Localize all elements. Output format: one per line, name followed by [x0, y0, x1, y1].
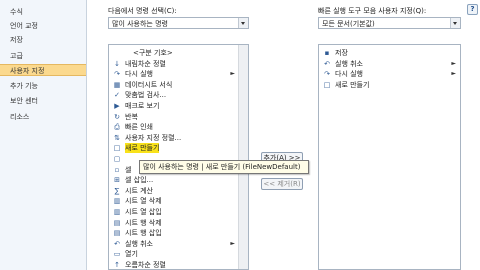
- sidebar-item[interactable]: 언어 교정: [0, 20, 86, 32]
- datasheet-icon: ▦: [113, 80, 121, 89]
- list-item[interactable]: ↓ 내림차순 정렬: [111, 59, 237, 69]
- sidebar-item[interactable]: 고급: [0, 50, 86, 62]
- options-sidebar: 수식언어 교정저장고급사용자 지정추가 기능보안 센터리소스: [0, 0, 87, 270]
- delete-row-icon: ▤: [113, 218, 121, 227]
- list-item[interactable]: ↷ 다시 실행 ►: [111, 69, 237, 79]
- save-icon: ▪: [324, 49, 330, 57]
- available-commands-list[interactable]: <구분 기호> ↓ 내림차순 정렬 ↷ 다시 실행 ► ▦ 데이터시트 서식 ✓ 맞춤법 검사..…: [108, 44, 249, 270]
- redo-icon: ↷: [324, 70, 330, 79]
- list-item-label: 매크로 보기: [125, 102, 160, 110]
- list-item[interactable]: ⇅ 사용자 지정 정렬...: [111, 133, 237, 143]
- submenu-arrow-icon: ►: [451, 70, 456, 78]
- undo-icon: ↶: [114, 239, 120, 248]
- open-folder-icon: ▭: [113, 250, 121, 259]
- chevron-down-icon[interactable]: [238, 18, 248, 28]
- list-item-label: 셀: [125, 165, 132, 174]
- list-item-label: 다시 실행: [335, 70, 363, 79]
- list-item[interactable]: ↶ 실행 취소 ►: [111, 239, 237, 249]
- choose-commands-label: 다음에서 명령 선택(C):: [108, 7, 177, 15]
- list-item[interactable]: ⎙ 빠른 인쇄: [111, 122, 237, 132]
- qat-scope-dropdown[interactable]: 모든 문서(기본값): [318, 17, 461, 29]
- list-item-label: 새로 만들기: [125, 143, 160, 154]
- repeat-icon: ↻: [114, 112, 120, 121]
- calc-sheet-icon: ∑: [114, 186, 120, 195]
- chevron-down-icon[interactable]: [450, 18, 460, 28]
- list-item[interactable]: ✓ 맞춤법 검사...: [111, 90, 237, 100]
- new-document-icon: □: [323, 80, 331, 89]
- list-item-label: 시트 행 삭제: [125, 218, 162, 227]
- list-item[interactable]: ↶ 실행 취소 ►: [321, 59, 458, 69]
- commands-scrollbar[interactable]: [238, 45, 248, 269]
- customize-qat-label: 빠른 실행 도구 모음 사용자 지정(Q):: [318, 7, 427, 15]
- submenu-arrow-icon: ►: [230, 70, 235, 78]
- list-item[interactable]: ▤ 시트 행 삽입: [111, 228, 237, 238]
- list-item[interactable]: ▤ 시트 행 삭제: [111, 218, 237, 228]
- insert-column-icon: ▥: [113, 208, 121, 216]
- sort-ascending-icon: ↑: [114, 261, 120, 269]
- list-item[interactable]: <구분 기호>: [111, 48, 237, 58]
- list-item-label: 실행 취소: [335, 59, 363, 68]
- choose-commands-value: 많이 사용하는 명령: [112, 20, 168, 28]
- list-item-label: 실행 취소: [125, 239, 153, 248]
- sidebar-item[interactable]: 저장: [0, 34, 86, 46]
- command-tooltip: 많이 사용하는 명령 | 새로 만들기 (FileNewDefault): [139, 160, 309, 174]
- sidebar-item[interactable]: 추가 기능: [0, 80, 86, 92]
- submenu-arrow-icon: ►: [230, 239, 235, 247]
- list-item-label: 데이터시트 서식: [125, 80, 173, 89]
- list-item[interactable]: □ 새로 만들기: [111, 143, 237, 154]
- spellcheck-icon: ✓: [114, 91, 120, 100]
- redo-icon: ↷: [114, 70, 120, 79]
- quick-print-icon: ⎙: [114, 123, 120, 132]
- sidebar-item[interactable]: 보안 센터: [0, 95, 86, 107]
- list-item-label: 다시 실행: [125, 70, 153, 79]
- list-item[interactable]: ↷ 다시 실행 ►: [321, 69, 458, 79]
- list-item-label: <구분 기호>: [133, 49, 173, 57]
- list-item[interactable]: ▦ 데이터시트 서식: [111, 80, 237, 90]
- list-item-label: 새로 만들기: [335, 80, 370, 89]
- list-item[interactable]: ↻ 반복: [111, 112, 237, 122]
- list-item-label: 반복: [125, 112, 138, 121]
- list-item-label: 맞춤법 검사...: [125, 91, 167, 100]
- list-item-label: 시트 열 삽입: [125, 208, 162, 216]
- help-icon[interactable]: ?: [467, 4, 478, 15]
- sidebar-item[interactable]: 수식: [0, 6, 86, 18]
- insert-row-icon: ▤: [113, 229, 121, 238]
- macro-icon: ▶: [114, 102, 120, 110]
- list-item-label: 열기: [125, 250, 138, 259]
- list-item[interactable]: ↑ 오름차순 정렬: [111, 260, 237, 269]
- list-item[interactable]: ▶ 매크로 보기: [111, 101, 237, 111]
- list-item-label: 오름차순 정렬: [125, 261, 166, 269]
- sidebar-item[interactable]: 리소스: [0, 111, 86, 123]
- list-item[interactable]: ∑ 시트 계산: [111, 186, 237, 196]
- selection-icon: ▢: [113, 155, 121, 163]
- choose-commands-dropdown[interactable]: 많이 사용하는 명령: [108, 17, 249, 29]
- list-item-label: 셀 삽입...: [125, 176, 154, 185]
- undo-icon: ↶: [324, 59, 330, 68]
- insert-cell-icon: ⊞: [114, 176, 120, 185]
- new-document-icon: □: [113, 144, 121, 153]
- qat-commands-list[interactable]: ▪ 저장 ↶ 실행 취소 ► ↷ 다시 실행 ► □ 새로 만들기: [318, 44, 461, 270]
- list-item[interactable]: ▥ 시트 열 삭제: [111, 196, 237, 206]
- sort-descending-icon: ↓: [114, 59, 120, 68]
- sidebar-item[interactable]: 사용자 지정: [0, 64, 86, 76]
- list-item-label: 시트 행 삽입: [125, 229, 162, 238]
- submenu-arrow-icon: ►: [451, 59, 456, 67]
- cell-icon: ▫: [114, 165, 120, 174]
- list-item-label: 시트 열 삭제: [125, 197, 162, 206]
- list-item-label: 저장: [335, 49, 348, 57]
- list-item[interactable]: □ 새로 만들기: [321, 80, 458, 90]
- list-item-label: 내림차순 정렬: [125, 59, 166, 68]
- remove-button[interactable]: << 제거(R): [261, 178, 303, 190]
- list-item-label: 사용자 지정 정렬...: [125, 133, 182, 142]
- custom-sort-icon: ⇅: [114, 133, 120, 142]
- list-item[interactable]: ⊞ 셀 삽입...: [111, 175, 237, 185]
- delete-column-icon: ▥: [113, 197, 121, 206]
- list-item-label: 빠른 인쇄: [125, 123, 153, 132]
- list-item-label: 시트 계산: [125, 186, 153, 195]
- list-item[interactable]: ▥ 시트 열 삽입: [111, 207, 237, 217]
- qat-scope-value: 모든 문서(기본값): [322, 20, 375, 28]
- list-item[interactable]: ▭ 열기: [111, 249, 237, 259]
- list-item[interactable]: ▪ 저장: [321, 48, 458, 58]
